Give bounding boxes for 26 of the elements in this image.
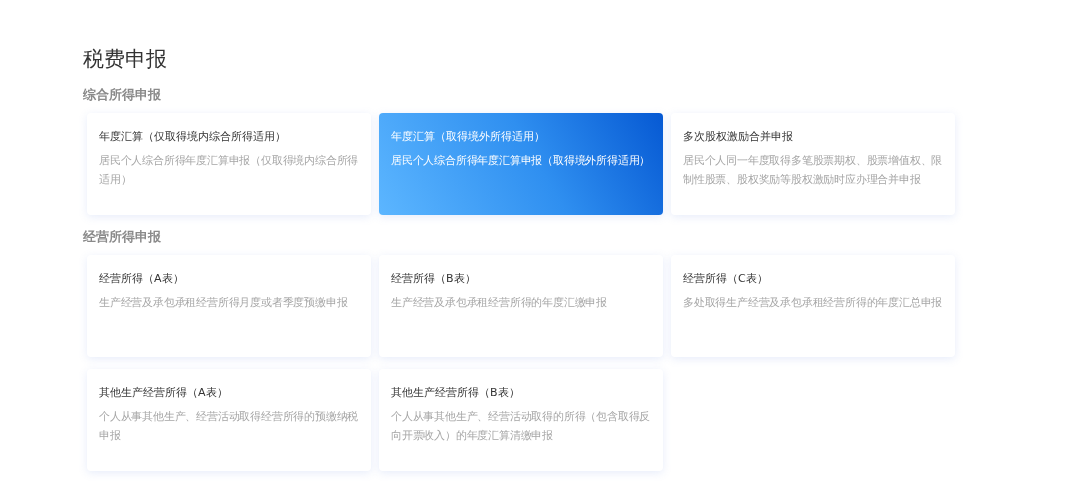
card-title: 年度汇算（取得境外所得适用） bbox=[391, 129, 546, 145]
card-description: 居民个人综合所得年度汇算申报（仅取得境内综合所得适用） bbox=[99, 153, 359, 187]
page-title: 税费申报 bbox=[83, 46, 168, 73]
declaration-card[interactable]: 多次股权激励合并申报 居民个人同一年度取得多笔股票期权、股票增值权、限制性股票、股权奖励等股权激励时应办理合并申报 bbox=[671, 113, 955, 215]
card-title: 年度汇算（仅取得境内综合所得适用） bbox=[99, 129, 287, 145]
declaration-card[interactable]: 其他生产经营所得（B表） 个人从事其他生产、经营活动取得的所得（包含取得反向开票收入）的年度汇算清缴申报 bbox=[379, 369, 663, 471]
card-title: 多次股权激励合并申报 bbox=[683, 129, 794, 145]
declaration-card[interactable]: 经营所得（C表） 多处取得生产经营及承包承租经营所得的年度汇总申报 bbox=[671, 255, 955, 357]
section-heading: 经营所得申报 bbox=[83, 228, 162, 246]
declaration-card[interactable]: 经营所得（A表） 生产经营及承包承租经营所得月度或者季度预缴申报 bbox=[87, 255, 371, 357]
card-description: 居民个人综合所得年度汇算申报（取得境外所得适用） bbox=[391, 153, 651, 168]
card-description: 居民个人同一年度取得多笔股票期权、股票增值权、限制性股票、股权奖励等股权激励时应办理合并申报 bbox=[683, 153, 943, 187]
card-description: 个人从事其他生产、经营活动取得的所得（包含取得反向开票收入）的年度汇算清缴申报 bbox=[391, 409, 651, 443]
card-title: 其他生产经营所得（B表） bbox=[391, 385, 521, 401]
card-title: 其他生产经营所得（A表） bbox=[99, 385, 229, 401]
section-heading: 综合所得申报 bbox=[83, 86, 162, 104]
card-description: 多处取得生产经营及承包承租经营所得的年度汇总申报 bbox=[683, 295, 943, 310]
card-description: 个人从事其他生产、经营活动取得经营所得的预缴纳税申报 bbox=[99, 409, 359, 443]
card-description: 生产经营及承包承租经营所得月度或者季度预缴申报 bbox=[99, 295, 349, 310]
card-title: 经营所得（A表） bbox=[99, 271, 185, 287]
declaration-card[interactable]: 其他生产经营所得（A表） 个人从事其他生产、经营活动取得经营所得的预缴纳税申报 bbox=[87, 369, 371, 471]
card-title: 经营所得（C表） bbox=[683, 271, 769, 287]
declaration-card[interactable]: 经营所得（B表） 生产经营及承包承租经营所得的年度汇缴申报 bbox=[379, 255, 663, 357]
card-title: 经营所得（B表） bbox=[391, 271, 477, 287]
card-description: 生产经营及承包承租经营所得的年度汇缴申报 bbox=[391, 295, 608, 310]
declaration-card[interactable]: 年度汇算（仅取得境内综合所得适用） 居民个人综合所得年度汇算申报（仅取得境内综合所得适用） bbox=[87, 113, 371, 215]
